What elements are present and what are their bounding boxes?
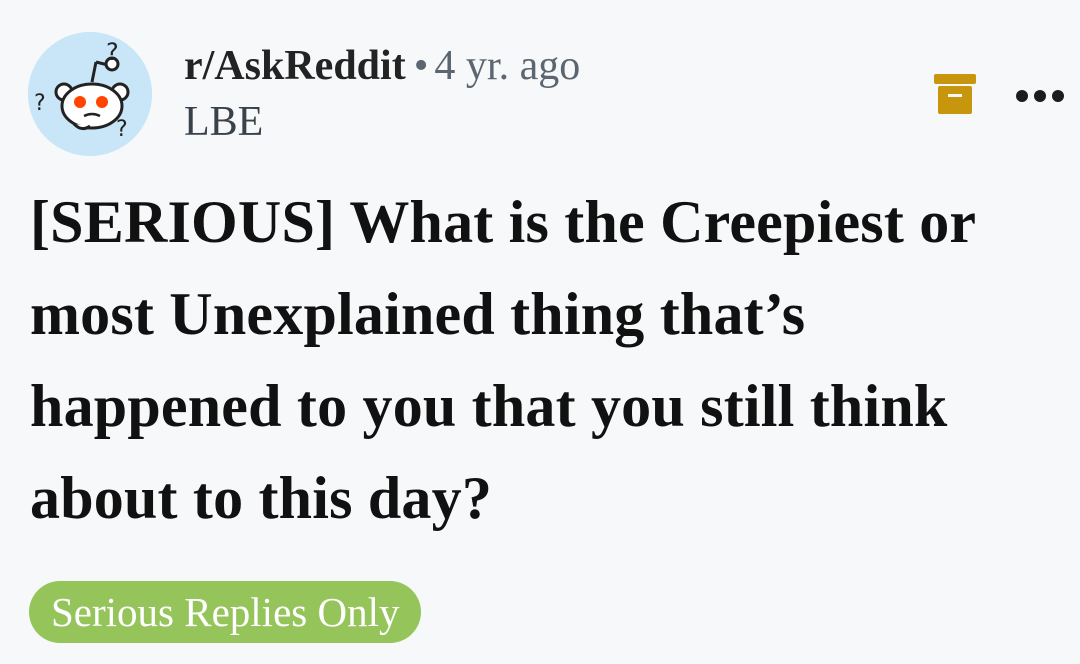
svg-text:?: ? [116,117,128,142]
confused-snoo-icon: ? ? ? [28,32,152,156]
post-age: 4 yr. ago [434,43,581,89]
author-username[interactable]: LBE [184,96,580,148]
more-options-button[interactable] [1012,84,1068,108]
post-meta: r/AskReddit • 4 yr. ago LBE [184,40,580,148]
archive-icon [934,74,976,114]
subreddit-avatar[interactable]: ? ? ? [28,32,152,156]
svg-text:?: ? [106,38,119,66]
archive-button[interactable] [930,68,980,120]
subreddit-link[interactable]: r/AskReddit [184,43,406,89]
meta-separator: • [413,43,429,89]
more-options-icon [1016,90,1064,102]
svg-text:?: ? [34,91,46,116]
post-meta-line: r/AskReddit • 4 yr. ago [184,40,580,92]
post-title[interactable]: [SERIOUS] What is the Creepiest or most … [30,176,1060,544]
post-flair[interactable]: Serious Replies Only [29,581,422,643]
